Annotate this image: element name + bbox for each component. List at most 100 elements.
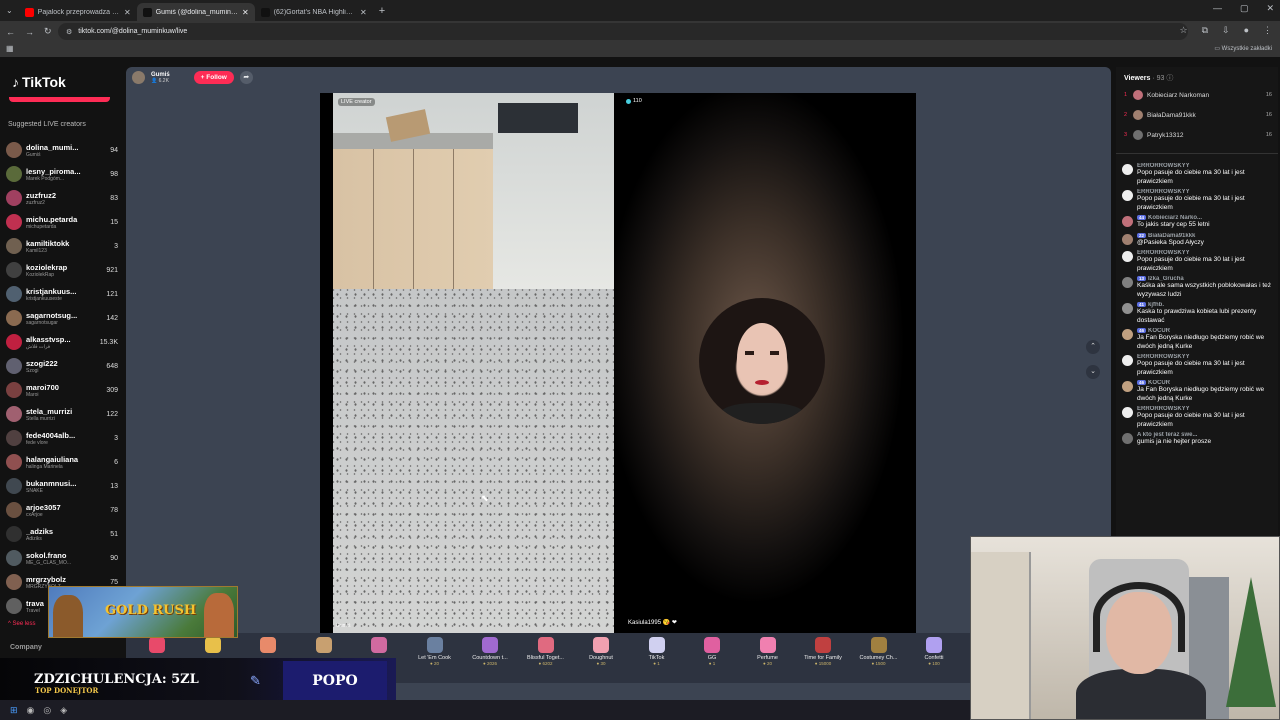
host-avatar[interactable] <box>132 71 145 84</box>
creator-avatar <box>6 310 22 326</box>
gift-coin-value: 1 <box>712 661 716 666</box>
gift-item[interactable] <box>187 637 239 655</box>
gift-item[interactable]: Confetti ● 100 <box>908 637 960 666</box>
creator-item[interactable]: szogi222 Szogi 648 <box>6 354 118 378</box>
info-icon[interactable]: ⓘ <box>1166 75 1173 82</box>
creator-avatar <box>6 190 22 206</box>
apps-icon[interactable]: ▦ <box>6 44 14 53</box>
gift-item[interactable]: Doughnut ● 30 <box>575 637 627 666</box>
minimize-button[interactable]: — <box>1213 3 1222 14</box>
gift-icon <box>371 637 387 653</box>
maximize-button[interactable]: ▢ <box>1240 3 1249 14</box>
creator-avatar <box>6 142 22 158</box>
browser-tab[interactable]: Pajalock przeprowadza zamach ✕ <box>19 3 137 21</box>
gift-item[interactable]: Let 'Em Cook ● 20 <box>409 637 461 666</box>
left-feed-name: Gumiś <box>336 623 351 629</box>
share-icon[interactable]: ➦ <box>239 71 253 84</box>
tiktok-logo[interactable]: ♪ TikTok <box>12 74 66 90</box>
tab-close-icon[interactable]: ✕ <box>360 8 367 17</box>
gift-item[interactable]: Blissful Toget... ● 6202 <box>520 637 572 666</box>
top-viewer-row[interactable]: 3 Patryk13312 16 <box>1124 128 1272 142</box>
creator-item[interactable]: kristjankuus... kristjankuuseste 121 <box>6 282 118 306</box>
gift-item[interactable] <box>131 637 183 655</box>
viewers-count: 93 <box>1156 75 1165 82</box>
chat-avatar[interactable] <box>1122 190 1133 201</box>
gift-item[interactable] <box>298 637 350 655</box>
tab-close-icon[interactable]: ✕ <box>124 8 131 17</box>
creator-item[interactable]: kamiltiktokk Kamil123 3 <box>6 234 118 258</box>
profile-icon[interactable]: ● <box>1244 25 1249 36</box>
extensions-icon[interactable]: ⧉ <box>1202 25 1208 36</box>
browser-tab[interactable]: Gumiś (@dolina_muminkuw) ✕ <box>136 3 255 21</box>
new-tab-button[interactable]: + <box>379 5 385 17</box>
see-less-link[interactable]: ^ See less <box>8 621 36 627</box>
taskbar-app-icon[interactable]: ◉ <box>27 705 35 716</box>
forward-icon[interactable]: → <box>25 27 34 37</box>
bookmark-star-icon[interactable]: ☆ <box>1180 25 1188 36</box>
creator-item[interactable]: bukanmnusi... SNAKE 13 <box>6 474 118 498</box>
gift-item[interactable]: GG ● 1 <box>686 637 738 666</box>
chat-avatar[interactable] <box>1122 233 1133 245</box>
close-window-button[interactable]: ✕ <box>1266 3 1274 14</box>
creator-item[interactable]: halangaiuliana halinga Marinela 6 <box>6 450 118 474</box>
creator-item[interactable]: arjoe3057 cxArjoe 78 <box>6 498 118 522</box>
creator-item[interactable]: _adziks Adiziks 51 <box>6 522 118 546</box>
menu-icon[interactable]: ⋮ <box>1263 25 1272 36</box>
nav-active-indicator <box>9 97 110 102</box>
creator-item[interactable]: sagarnotsug... sagarnotsugar 142 <box>6 306 118 330</box>
downloads-icon[interactable]: ⇩ <box>1222 25 1230 36</box>
windows-start-icon[interactable]: ⊞ <box>10 705 18 716</box>
creator-item[interactable]: maroi700 Maroi 309 <box>6 378 118 402</box>
chat-avatar[interactable] <box>1122 277 1133 288</box>
chat-avatar[interactable] <box>1122 355 1133 366</box>
chat-avatar[interactable] <box>1122 216 1133 227</box>
taskbar-app-icon[interactable]: ◈ <box>60 705 67 716</box>
creator-avatar <box>6 430 22 446</box>
gift-item[interactable]: Costumey Ch... ● 1500 <box>853 637 905 666</box>
chat-avatar[interactable] <box>1122 381 1133 392</box>
gift-item[interactable] <box>353 637 405 655</box>
gift-item[interactable] <box>242 637 294 655</box>
chat-avatar[interactable] <box>1122 164 1133 175</box>
reload-icon[interactable]: ↻ <box>44 26 52 37</box>
follow-button[interactable]: + Follow <box>193 71 234 84</box>
creator-item[interactable]: koziolekrap KoziolekRap 921 <box>6 258 118 282</box>
top-viewer-row[interactable]: 1 Kobieciarz Narkoman 16 <box>1124 88 1272 102</box>
gift-coins: ● 15000 <box>814 661 832 666</box>
address-bar[interactable]: ⚙ tiktok.com/@dolina_muminkuw/live <box>58 23 1188 40</box>
chat-avatar[interactable] <box>1122 329 1133 340</box>
gift-item[interactable]: Countdown t... ● 2026 <box>464 637 516 666</box>
chat-avatar[interactable] <box>1122 303 1133 314</box>
gift-item[interactable]: TikTok ● 1 <box>631 637 683 666</box>
browser-tab[interactable]: (62)Gortat's NBA Highlights an ✕ <box>255 3 373 21</box>
gift-item[interactable]: Perfume ● 20 <box>742 637 794 666</box>
creator-item[interactable]: michu.petarda michupetarda 15 <box>6 210 118 234</box>
creator-item[interactable]: stela_murrizi Stella murrizi 122 <box>6 402 118 426</box>
creator-item[interactable]: zuzfruz2 zuzfruz2 83 <box>6 186 118 210</box>
creator-viewer-count: 3 <box>114 434 118 442</box>
live-video[interactable]: LIVE creator 110 Gumiś Kasiula1995 😘 ❤ <box>320 93 916 633</box>
previous-live-button[interactable]: ⌃ <box>1086 340 1100 354</box>
chat-avatar[interactable] <box>1122 433 1133 444</box>
chat-avatar[interactable] <box>1122 251 1133 262</box>
back-icon[interactable]: ← <box>6 27 15 37</box>
tab-close-icon[interactable]: ✕ <box>242 8 249 17</box>
creator-item[interactable]: lesny_piroma... Marek Podgóm... 98 <box>6 162 118 186</box>
chrome-taskbar-icon[interactable]: ◎ <box>43 705 51 716</box>
video-right-feed <box>614 93 916 633</box>
creator-item[interactable]: alkasstvsp... فرات قلاش 15.3K <box>6 330 118 354</box>
site-info-icon[interactable]: ⚙ <box>66 28 72 36</box>
url-text[interactable]: tiktok.com/@dolina_muminkuw/live <box>78 28 187 35</box>
chat-avatar[interactable] <box>1122 407 1133 418</box>
creator-item[interactable]: fede4004alb... fede vlore 3 <box>6 426 118 450</box>
creator-item[interactable]: sokol.frano ME_G_CLAS_MO... 90 <box>6 546 118 570</box>
creator-avatar <box>6 574 22 590</box>
next-live-button[interactable]: ⌄ <box>1086 365 1100 379</box>
all-bookmarks[interactable]: ▭ Wszystkie zakładki <box>1214 45 1272 52</box>
tab-search-icon[interactable]: ⌄ <box>6 6 13 15</box>
chat-username-text[interactable]: BiałaDama91kkk <box>1148 233 1195 239</box>
creator-item[interactable]: dolina_mumi... Gumiś 94 <box>6 138 118 162</box>
top-viewer-row[interactable]: 2 BiałaDama91kkk 16 <box>1124 108 1272 122</box>
gift-item[interactable]: Time for Family ● 15000 <box>797 637 849 666</box>
creator-avatar <box>6 406 22 422</box>
